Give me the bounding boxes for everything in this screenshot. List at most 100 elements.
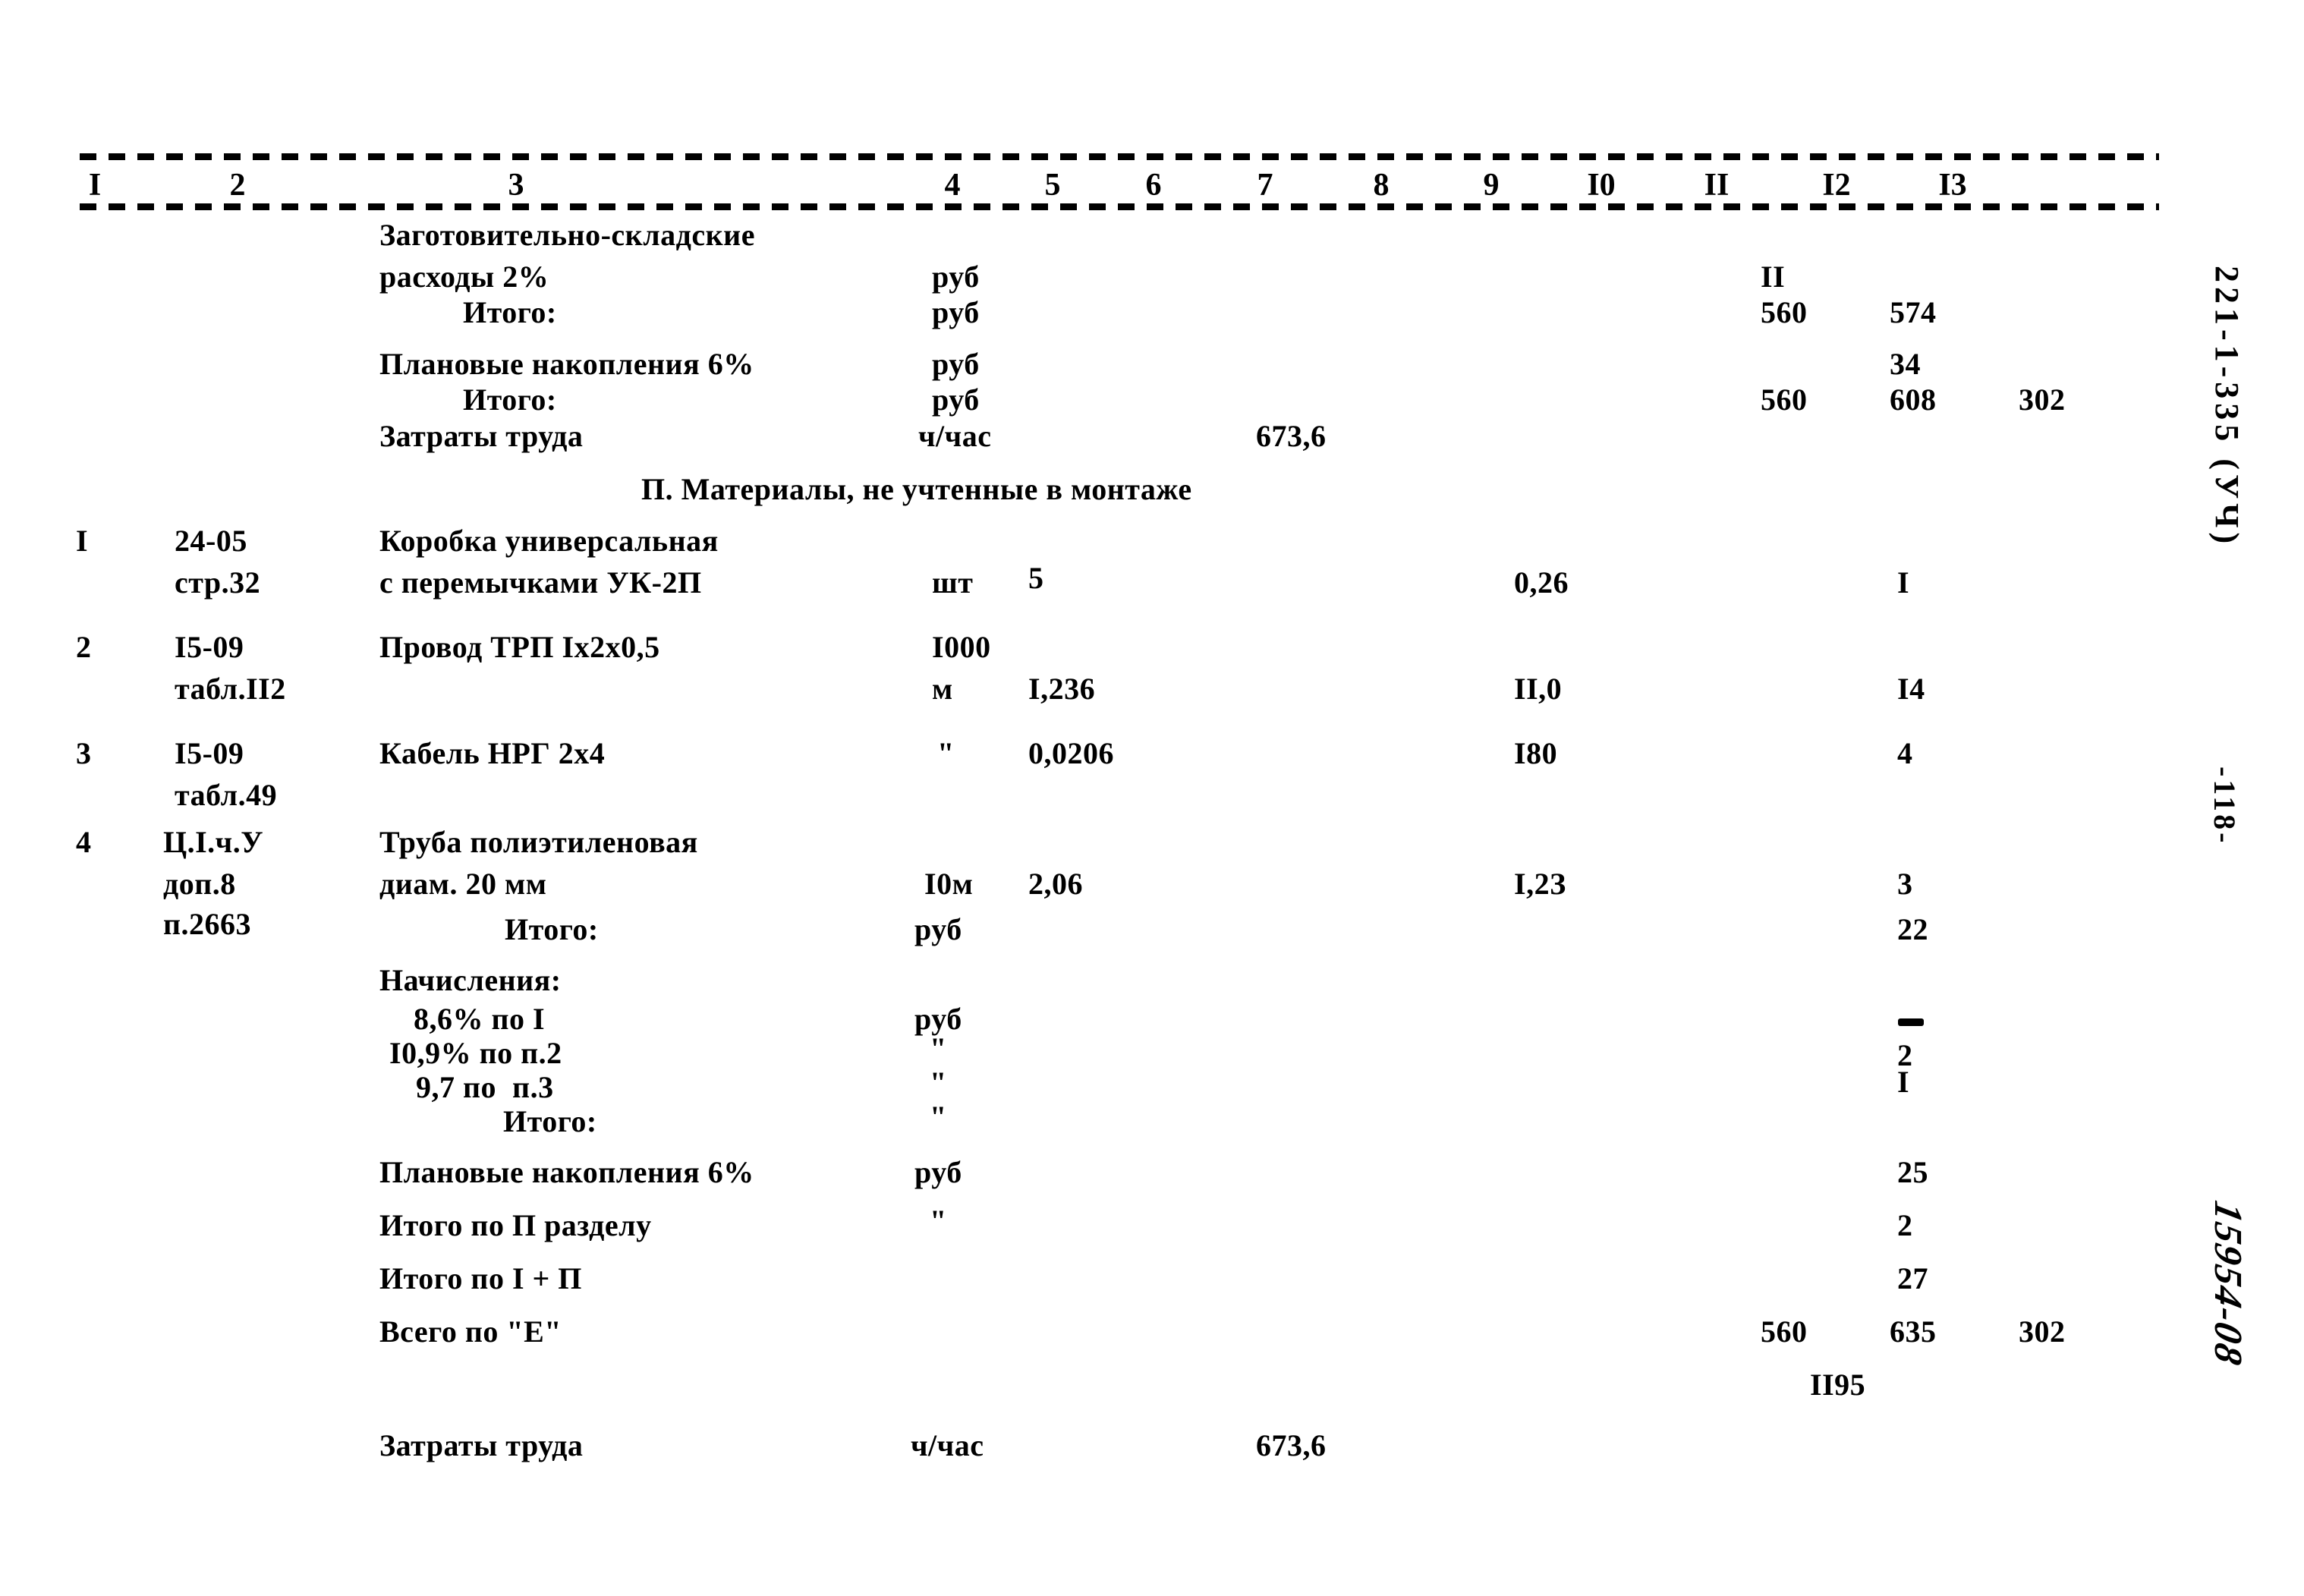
column-header-3: 3 — [508, 168, 524, 203]
bottom-row-1-label: Начисления: — [379, 963, 562, 997]
top-row-3-label: Итого: — [463, 382, 557, 417]
top-row-0-col11: II — [1761, 260, 1786, 294]
bottom-row-0-col12: 22 — [1897, 912, 1928, 946]
bottom-row-3-label: I0,9% по п.2 — [389, 1036, 562, 1070]
top-row-3-col12: 608 — [1890, 382, 1937, 417]
scanned-page: I 2 3 4 5 6 7 8 9 I0 II I2 I3 Заготовите… — [0, 0, 2304, 1596]
item-4-ref-line1: Ц.I.ч.У — [163, 825, 264, 859]
item-1-col12: I — [1897, 565, 1910, 600]
bottom-row-6-label: Плановые накопления 6% — [379, 1155, 754, 1189]
item-2-unit-line2: м — [932, 672, 953, 706]
bottom-row-9-col13: 302 — [2019, 1314, 2066, 1349]
item-2-col12: I4 — [1897, 672, 1925, 706]
bottom-row-2-unit: руб — [914, 1002, 962, 1036]
bottom-row-9-col11: 560 — [1761, 1314, 1808, 1349]
top-row-2-col12: 34 — [1890, 347, 1921, 381]
item-1-name-line1: Коробка универсальная — [379, 524, 719, 558]
item-2-price: II,0 — [1514, 672, 1563, 706]
item-1-ref-line2: стр.32 — [175, 565, 261, 600]
item-4-unit: I0м — [924, 867, 974, 901]
bottom-row-7-col12: 2 — [1897, 1208, 1913, 1242]
item-2-ref-line1: I5-09 — [175, 630, 244, 664]
bottom-row-0-unit: руб — [914, 912, 962, 946]
bottom-row-5-col12-overstruck: I — [1897, 1065, 1909, 1099]
item-2-number: 2 — [76, 630, 92, 664]
item-4-price: I,2З — [1514, 867, 1566, 901]
bottom-row-5-unit: " — [930, 1100, 947, 1134]
strike-bar-icon — [1898, 1018, 1924, 1026]
bottom-row-8-col12: 27 — [1897, 1261, 1928, 1295]
top-row-2-label: Плановые накопления 6% — [379, 347, 754, 381]
item-4-ref-line3: п.2663 — [163, 907, 252, 941]
col12-overstrike-smudge: 2 I — [1897, 1018, 1943, 1140]
column-header-8: 8 — [1373, 168, 1390, 203]
top-row-4-label: Затраты труда — [379, 419, 584, 453]
bottom-row-2-label: 8,6% по I — [414, 1002, 546, 1036]
bottom-row-6-unit: руб — [914, 1155, 962, 1189]
bottom-row-9-label: Всего по "Е" — [379, 1314, 562, 1349]
item-1-name-line2: с перемычками УК-2П — [379, 565, 702, 600]
bottom-row-3-unit: " — [930, 1031, 947, 1066]
margin-document-code: 221-1-335 (УЧ) — [2208, 266, 2246, 549]
item-3-ref-line2: табл.49 — [175, 778, 278, 812]
footer-unit: ч/час — [911, 1428, 984, 1462]
top-row-1-unit: руб — [932, 295, 980, 329]
item-1-unit: шт — [932, 565, 974, 600]
item-1-ref-line1: 24-05 — [175, 524, 247, 558]
bottom-row-6-col12: 25 — [1897, 1155, 1928, 1189]
item-4-number: 4 — [76, 825, 92, 859]
footer-label: Затраты труда — [379, 1428, 584, 1462]
top-row-1-col12: 574 — [1890, 295, 1937, 329]
column-header-9: 9 — [1483, 168, 1500, 203]
item-4-col12: 3 — [1897, 867, 1913, 901]
bottom-row-4-label: 9,7 по п.3 — [416, 1070, 554, 1104]
top-row-0-unit: руб — [932, 260, 980, 294]
column-header-12: I2 — [1822, 168, 1851, 203]
top-row-2-unit: руб — [932, 347, 980, 381]
column-header-7: 7 — [1257, 168, 1273, 203]
bottom-row-5-label: Итого: — [503, 1104, 597, 1138]
bottom-row-9-col12: 635 — [1890, 1314, 1937, 1349]
margin-page-number: -118- — [2208, 767, 2242, 846]
item-2-quantity: I,236 — [1028, 672, 1096, 706]
top-row-3-unit: руб — [932, 382, 980, 417]
column-header-6: 6 — [1145, 168, 1162, 203]
item-3-name-line1: Кабель НРГ 2х4 — [379, 736, 606, 770]
bottom-row-0-label: Итого: — [505, 912, 599, 946]
bottom-row-7-unit: " — [930, 1204, 947, 1238]
item-3-number: 3 — [76, 736, 92, 770]
top-row-0-desc-line2: расходы 2% — [379, 260, 549, 294]
top-row-3-col11: 560 — [1761, 382, 1808, 417]
item-3-unit: " — [937, 736, 955, 770]
item-1-price: 0,26 — [1514, 565, 1569, 600]
table-bottom-dashed-rule — [80, 203, 2159, 210]
item-4-name-line2: диам. 20 мм — [379, 867, 547, 901]
column-header-2: 2 — [229, 168, 246, 203]
item-4-ref-line2: доп.8 — [163, 867, 236, 901]
footer-value: 673,6 — [1256, 1428, 1327, 1462]
bottom-row-10-col11: II95 — [1810, 1368, 1866, 1402]
item-3-col12: 4 — [1897, 736, 1913, 770]
top-row-1-col11: 560 — [1761, 295, 1808, 329]
section-heading: П. Материалы, не учтенные в монтаже — [641, 472, 1192, 506]
item-3-ref-line1: I5-09 — [175, 736, 244, 770]
margin-archive-stamp: 15954-08 — [2206, 1197, 2249, 1371]
bottom-row-7-label: Итого по П разделу — [379, 1208, 652, 1242]
item-2-name-line1: Провод ТРП Iх2х0,5 — [379, 630, 660, 664]
column-header-4: 4 — [944, 168, 961, 203]
item-4-quantity: 2,06 — [1028, 867, 1083, 901]
column-header-1: I — [88, 168, 102, 203]
item-3-price: I80 — [1514, 736, 1558, 770]
bottom-row-8-label: Итого по I + П — [379, 1261, 582, 1295]
table-top-dashed-rule — [80, 153, 2159, 160]
item-3-quantity: 0,0206 — [1028, 736, 1114, 770]
item-1-number: I — [76, 524, 89, 558]
item-4-name-line1: Труба полиэтиленовая — [379, 825, 698, 859]
top-row-0-desc-line1: Заготовительно-складские — [379, 218, 755, 252]
item-1-quantity: 5 — [1028, 561, 1044, 595]
item-2-ref-line2: табл.II2 — [175, 672, 286, 706]
column-header-10: I0 — [1587, 168, 1616, 203]
column-header-5: 5 — [1044, 168, 1061, 203]
top-row-4-unit: ч/час — [918, 419, 992, 453]
item-2-unit-line1: I000 — [932, 630, 991, 664]
